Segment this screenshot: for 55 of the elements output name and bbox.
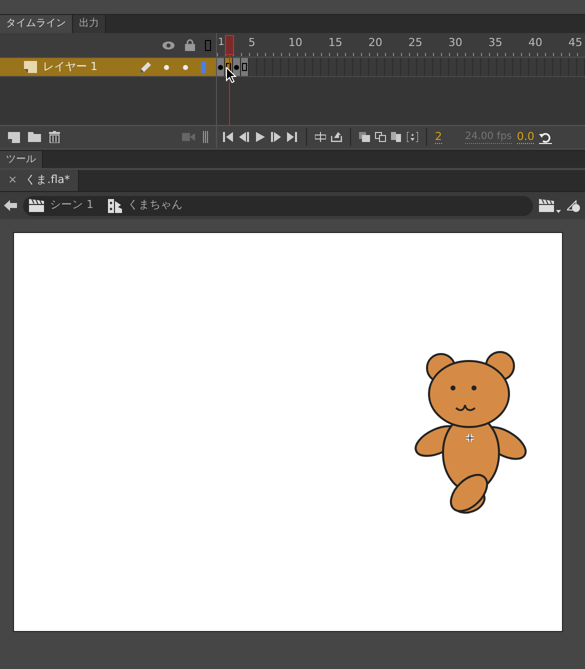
- breadcrumb-item[interactable]: くまちゃん: [128, 197, 182, 214]
- outline-swatch[interactable]: [201, 62, 206, 72]
- eye-icon[interactable]: [162, 40, 175, 50]
- symbol-menu-icon[interactable]: [567, 198, 581, 212]
- new-layer-icon[interactable]: [8, 132, 20, 142]
- frame-number: 1: [218, 36, 224, 50]
- step-forward-icon[interactable]: [271, 132, 282, 142]
- movie-clip-icon: [108, 198, 122, 212]
- frame-cell[interactable]: [233, 58, 241, 76]
- frame-number: 45: [568, 35, 584, 51]
- play-icon[interactable]: [255, 132, 266, 142]
- step-back-icon[interactable]: [239, 132, 250, 142]
- elapsed-time[interactable]: 0.0: [516, 130, 534, 144]
- breadcrumb-item[interactable]: シーン 1: [50, 197, 94, 214]
- frame-cell[interactable]: [241, 58, 249, 76]
- trash-icon[interactable]: [49, 131, 60, 143]
- frame-number: 40: [528, 35, 544, 51]
- onion-outline-icon[interactable]: [375, 132, 386, 142]
- back-arrow-icon[interactable]: [4, 200, 17, 211]
- unlocked-dot[interactable]: [183, 64, 188, 70]
- frame-number: 30: [448, 35, 464, 51]
- document-name: くま.fla*: [25, 172, 70, 188]
- frame-number: 35: [488, 35, 504, 51]
- layer-icon: [24, 61, 37, 73]
- frame-number: 10: [288, 35, 304, 51]
- frame-number: 5: [248, 35, 256, 51]
- onion-skin-icon[interactable]: [359, 132, 370, 142]
- lock-icon[interactable]: [185, 39, 195, 51]
- first-frame-icon[interactable]: [223, 132, 234, 142]
- current-frame-number[interactable]: 2: [435, 130, 442, 144]
- onion-range-icon[interactable]: [407, 132, 418, 142]
- document-tab[interactable]: × くま.fla*: [0, 170, 79, 191]
- drag-handle-icon: [203, 131, 208, 143]
- last-frame-icon[interactable]: [287, 132, 298, 142]
- layer-row[interactable]: レイヤー 1: [0, 57, 216, 77]
- close-button[interactable]: ×: [8, 172, 18, 189]
- pencil-icon: [139, 60, 152, 74]
- layer-name: レイヤー 1: [43, 58, 98, 75]
- clapperboard-icon: [29, 199, 44, 212]
- frame-cell[interactable]: [217, 58, 225, 76]
- frame-number: 15: [328, 35, 344, 51]
- folder-icon[interactable]: [28, 132, 41, 142]
- edit-frames-icon[interactable]: [391, 132, 402, 142]
- mouse-cursor-icon: [226, 67, 237, 83]
- frame-number: 25: [408, 35, 424, 51]
- panel-tab[interactable]: タイムライン: [0, 15, 73, 33]
- panel-tab[interactable]: 出力: [73, 15, 106, 33]
- panel-tab[interactable]: ツール: [0, 151, 43, 168]
- center-frame-icon[interactable]: [315, 132, 326, 142]
- camera-icon: [182, 133, 195, 141]
- frame-number: 20: [368, 35, 384, 51]
- undo-arrow-icon[interactable]: [539, 130, 552, 144]
- visible-dot[interactable]: [164, 64, 169, 70]
- registration-point-icon: [464, 432, 476, 444]
- clapperboard-menu-icon[interactable]: [539, 198, 561, 212]
